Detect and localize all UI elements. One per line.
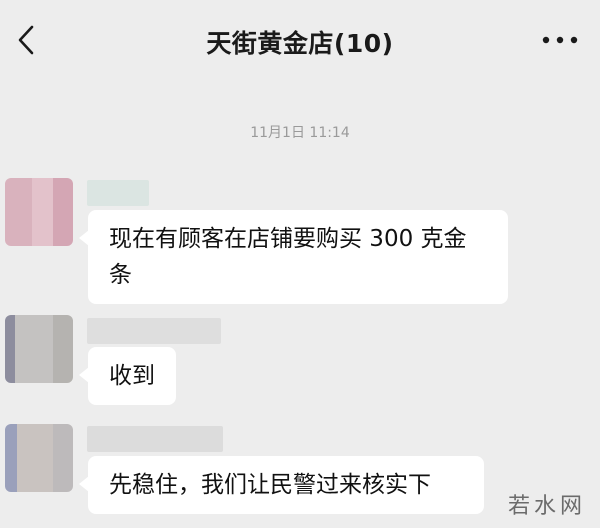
chat-header: 天街黄金店(10)	[0, 0, 600, 84]
avatar-segment	[5, 424, 18, 492]
message-timestamp: 11月1日 11:14	[250, 125, 350, 141]
sender-name-blurred	[87, 318, 221, 344]
chat-window: 天街黄金店(10) 11月1日 11:14 现在有顾客在店铺要购买 300 克金…	[0, 0, 600, 528]
more-button[interactable]	[538, 26, 582, 54]
message-text-line: 现在有顾客在店铺要购买 300 克金	[109, 226, 467, 252]
avatar[interactable]	[5, 315, 73, 383]
avatar[interactable]	[5, 178, 73, 246]
message-text-line: 条	[109, 262, 132, 288]
avatar-segment	[32, 178, 53, 246]
avatar-segment	[17, 424, 53, 492]
sender-name-blurred	[87, 426, 223, 452]
avatar-segment	[5, 315, 16, 383]
avatar-segment	[52, 315, 73, 383]
message-bubble[interactable]: 现在有顾客在店铺要购买 300 克金 条	[79, 210, 508, 304]
avatar-segment	[15, 315, 53, 383]
message-text: 收到	[109, 363, 155, 389]
more-dots-icon	[542, 36, 578, 44]
avatar-segment	[5, 178, 33, 246]
watermark: 若水网	[507, 494, 586, 519]
message-text: 先稳住，我们让民警过来核实下	[109, 472, 431, 498]
avatar-segment	[52, 424, 73, 492]
chat-title: 天街黄金店(10)	[206, 29, 394, 58]
message-bubble[interactable]: 先稳住，我们让民警过来核实下	[79, 456, 484, 514]
sender-name-blurred	[87, 180, 149, 206]
message-bubble[interactable]: 收到	[79, 347, 176, 405]
chevron-left-icon	[18, 25, 34, 55]
avatar-segment	[52, 178, 73, 246]
back-button[interactable]	[10, 20, 42, 60]
avatar[interactable]	[5, 424, 73, 492]
